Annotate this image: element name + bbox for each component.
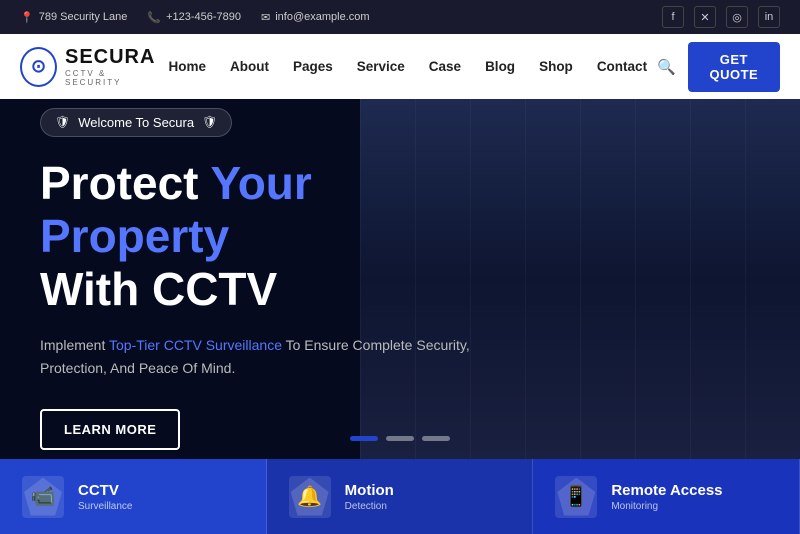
navbar: ⊙ SECURA CCTV & SECURITY Home About Page… bbox=[0, 34, 800, 99]
nav-contact[interactable]: Contact bbox=[587, 51, 657, 82]
remote-icon: 📱 bbox=[564, 484, 589, 509]
phone-icon: 📞 bbox=[147, 11, 161, 24]
logo-sub: CCTV & SECURITY bbox=[65, 69, 158, 87]
shield-right-icon: 🛡 bbox=[202, 115, 217, 129]
desc-accent: Top-Tier CCTV Surveillance bbox=[109, 337, 282, 353]
nav-home[interactable]: Home bbox=[158, 51, 216, 82]
logo-icon: ⊙ bbox=[20, 47, 57, 87]
email-text: info@example.com bbox=[275, 11, 369, 23]
hero-title: Protect Your Property With CCTV bbox=[40, 157, 480, 316]
card-motion-icon-wrap: 🔔 bbox=[289, 476, 331, 518]
learn-more-button[interactable]: LEARN MORE bbox=[40, 409, 180, 450]
card-remote-icon-wrap: 📱 bbox=[555, 476, 597, 518]
search-icon[interactable]: 🔍 bbox=[657, 58, 676, 76]
blind-8 bbox=[745, 99, 800, 459]
nav-case[interactable]: Case bbox=[419, 51, 471, 82]
card-motion[interactable]: 🔔 Motion Detection bbox=[267, 459, 534, 534]
card-motion-title: Motion bbox=[345, 482, 394, 499]
hero-title-part1: Protect bbox=[40, 157, 210, 209]
nav-shop[interactable]: Shop bbox=[529, 51, 583, 82]
top-bar: 📍 789 Security Lane 📞 +123-456-7890 ✉ in… bbox=[0, 0, 800, 34]
hero-description: Implement Top-Tier CCTV Surveillance To … bbox=[40, 334, 480, 382]
email-item: ✉ info@example.com bbox=[261, 11, 370, 24]
linkedin-icon[interactable]: in bbox=[758, 6, 780, 28]
card-motion-text: Motion Detection bbox=[345, 482, 394, 512]
twitter-icon[interactable]: ✕ bbox=[694, 6, 716, 28]
location-icon: 📍 bbox=[20, 11, 34, 24]
bottom-cards: 📹 CCTV Surveillance 🔔 Motion Detection 📱… bbox=[0, 459, 800, 534]
dot-2[interactable] bbox=[386, 436, 414, 441]
desc-part1: Implement bbox=[40, 337, 109, 353]
blind-4 bbox=[525, 99, 580, 459]
facebook-icon[interactable]: f bbox=[662, 6, 684, 28]
cctv-pentagon: 📹 bbox=[24, 478, 62, 516]
motion-pentagon: 🔔 bbox=[291, 478, 329, 516]
slider-dots bbox=[350, 436, 450, 441]
address-text: 789 Security Lane bbox=[39, 11, 128, 23]
top-bar-left: 📍 789 Security Lane 📞 +123-456-7890 ✉ in… bbox=[20, 11, 370, 24]
dot-3[interactable] bbox=[422, 436, 450, 441]
hero-content: 🛡 Welcome To Secura 🛡 Protect Your Prope… bbox=[0, 108, 520, 450]
cctv-icon: 📹 bbox=[31, 484, 56, 509]
email-icon: ✉ bbox=[261, 11, 270, 24]
blind-7 bbox=[690, 99, 745, 459]
nav-about[interactable]: About bbox=[220, 51, 279, 82]
welcome-badge: 🛡 Welcome To Secura 🛡 bbox=[40, 108, 232, 137]
nav-links: Home About Pages Service Case Blog Shop … bbox=[158, 51, 657, 82]
logo[interactable]: ⊙ SECURA CCTV & SECURITY bbox=[20, 46, 158, 87]
remote-pentagon: 📱 bbox=[557, 478, 595, 516]
instagram-icon[interactable]: ◎ bbox=[726, 6, 748, 28]
shield-left-icon: 🛡 bbox=[55, 115, 70, 129]
blind-6 bbox=[635, 99, 690, 459]
social-links: f ✕ ◎ in bbox=[662, 6, 780, 28]
nav-service[interactable]: Service bbox=[347, 51, 415, 82]
card-remote-text: Remote Access Monitoring bbox=[611, 482, 722, 512]
card-cctv-text: CCTV Surveillance bbox=[78, 482, 132, 512]
hero-section: 🛡 Welcome To Secura 🛡 Protect Your Prope… bbox=[0, 99, 800, 459]
logo-text: SECURA CCTV & SECURITY bbox=[65, 46, 158, 87]
card-remote-sub: Monitoring bbox=[611, 501, 722, 512]
nav-blog[interactable]: Blog bbox=[475, 51, 525, 82]
phone-item: 📞 +123-456-7890 bbox=[147, 11, 241, 24]
dot-1[interactable] bbox=[350, 436, 378, 441]
address-item: 📍 789 Security Lane bbox=[20, 11, 127, 24]
motion-icon: 🔔 bbox=[297, 484, 322, 509]
card-cctv-sub: Surveillance bbox=[78, 501, 132, 512]
card-cctv[interactable]: 📹 CCTV Surveillance bbox=[0, 459, 267, 534]
welcome-text: Welcome To Secura bbox=[78, 115, 194, 130]
nav-pages[interactable]: Pages bbox=[283, 51, 343, 82]
nav-actions: 🔍 GET QUOTE bbox=[657, 42, 780, 92]
card-cctv-title: CCTV bbox=[78, 482, 132, 499]
card-remote-title: Remote Access bbox=[611, 482, 722, 499]
get-quote-button[interactable]: GET QUOTE bbox=[688, 42, 780, 92]
card-remote[interactable]: 📱 Remote Access Monitoring bbox=[533, 459, 800, 534]
hero-title-part2: With CCTV bbox=[40, 263, 277, 315]
phone-text: +123-456-7890 bbox=[166, 11, 241, 23]
logo-name: SECURA bbox=[65, 46, 158, 69]
blind-5 bbox=[580, 99, 635, 459]
card-cctv-icon-wrap: 📹 bbox=[22, 476, 64, 518]
card-motion-sub: Detection bbox=[345, 501, 394, 512]
